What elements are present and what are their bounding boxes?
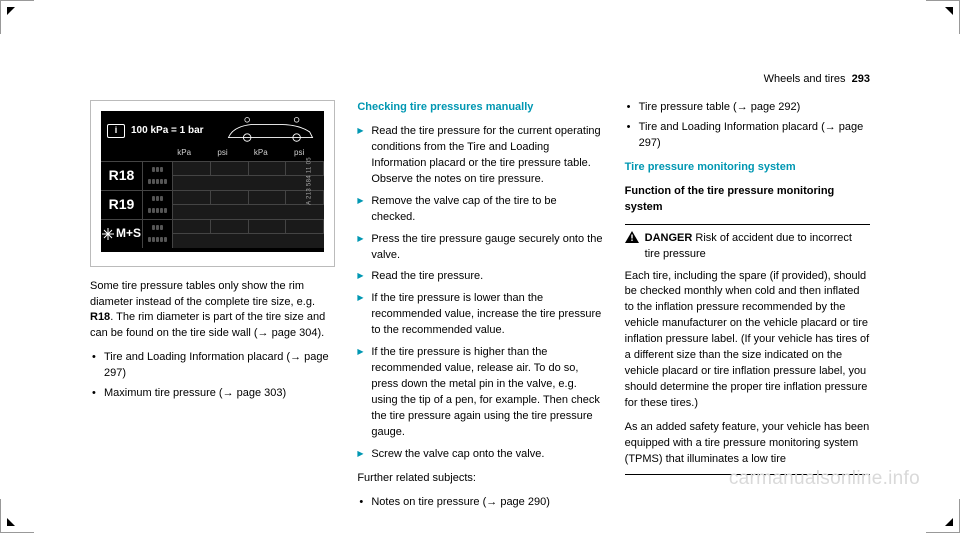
placard-row-ms: M+S [101, 219, 324, 248]
bullet-list: Tire and Loading Information placard (→ … [90, 350, 335, 402]
running-header: Wheels and tires 293 [764, 72, 870, 88]
column-3: Tire pressure table (→ page 292) Tire an… [625, 100, 870, 519]
crop-mark-tl [0, 0, 34, 34]
figure-code-side: A 213 584 11 05 [305, 157, 314, 205]
page-ref: → page 292 [737, 101, 797, 113]
load-icon [143, 162, 173, 190]
section-name: Wheels and tires [764, 73, 846, 85]
body-paragraph: Some tire pressure tables only show the … [90, 279, 335, 343]
load-icon [143, 191, 173, 219]
rim-label: M+S [101, 220, 143, 248]
page-ref: → page 304 [258, 327, 318, 339]
step-item: If the tire pressure is higher than the … [357, 345, 602, 441]
step-item: Press the tire pressure gauge securely o… [357, 232, 602, 264]
list-item: Tire and Loading Information placard (→ … [625, 120, 870, 152]
crop-mark-tr [926, 0, 960, 34]
danger-paragraph: As an added safety feature, your vehicle… [625, 420, 870, 468]
danger-paragraph: Each tire, including the spare (if provi… [625, 269, 870, 412]
page-content: A 213 584 11 05 100 kPa = 1 bar kPa [90, 100, 870, 519]
placard-row-r19: R19 [101, 190, 324, 219]
unit-psi: psi [203, 147, 241, 159]
crop-mark-br [926, 499, 960, 533]
warning-icon [625, 231, 639, 243]
section-heading: Checking tire pressures manually [357, 100, 602, 116]
unit-kpa: kPa [242, 147, 280, 159]
unit-kpa: kPa [165, 147, 203, 159]
danger-heading: DANGER Risk of accident due to incorrect… [645, 231, 870, 263]
snowflake-icon [102, 228, 114, 240]
step-item: If the tire pressure is lower than the r… [357, 291, 602, 339]
manual-icon [107, 124, 125, 138]
crop-mark-bl [0, 499, 34, 533]
car-icon [223, 117, 318, 145]
load-icon [143, 220, 173, 248]
bullet-list: Notes on tire pressure (→ page 290) [357, 495, 602, 511]
list-item: Tire pressure table (→ page 292) [625, 100, 870, 116]
unit-psi: psi [280, 147, 318, 159]
rim-label: R19 [101, 191, 143, 219]
placard-row-r18: R18 [101, 161, 324, 190]
danger-box: DANGER Risk of accident due to incorrect… [625, 224, 870, 475]
column-2: Checking tire pressures manually Read th… [357, 100, 602, 519]
step-item: Remove the valve cap of the tire to be c… [357, 194, 602, 226]
step-list: Read the tire pressure for the current o… [357, 124, 602, 463]
conversion-text: 100 kPa = 1 bar [131, 124, 204, 139]
subheading: Function of the tire pressure monitoring… [625, 184, 870, 216]
step-item: Read the tire pressure. [357, 269, 602, 285]
section-heading: Tire pressure monitoring system [625, 160, 870, 176]
list-item: Tire and Loading Information placard (→ … [90, 350, 335, 382]
list-item: Notes on tire pressure (→ page 290) [357, 495, 602, 511]
watermark: carmanualsonline.info [729, 465, 920, 493]
list-item: Maximum tire pressure (→ page 303) [90, 386, 335, 402]
tire-pressure-figure: A 213 584 11 05 100 kPa = 1 bar kPa [90, 100, 335, 267]
page-ref: → page 290 [486, 496, 546, 508]
page-ref: → page 303 [223, 387, 283, 399]
step-item: Screw the valve cap onto the valve. [357, 447, 602, 463]
step-item: Read the tire pressure for the current o… [357, 124, 602, 188]
body-paragraph: Further related subjects: [357, 471, 602, 487]
bullet-list: Tire pressure table (→ page 292) Tire an… [625, 100, 870, 152]
column-1: A 213 584 11 05 100 kPa = 1 bar kPa [90, 100, 335, 519]
page-number: 293 [852, 73, 870, 85]
rim-label: R18 [101, 162, 143, 190]
tire-placard: A 213 584 11 05 100 kPa = 1 bar kPa [101, 111, 324, 252]
